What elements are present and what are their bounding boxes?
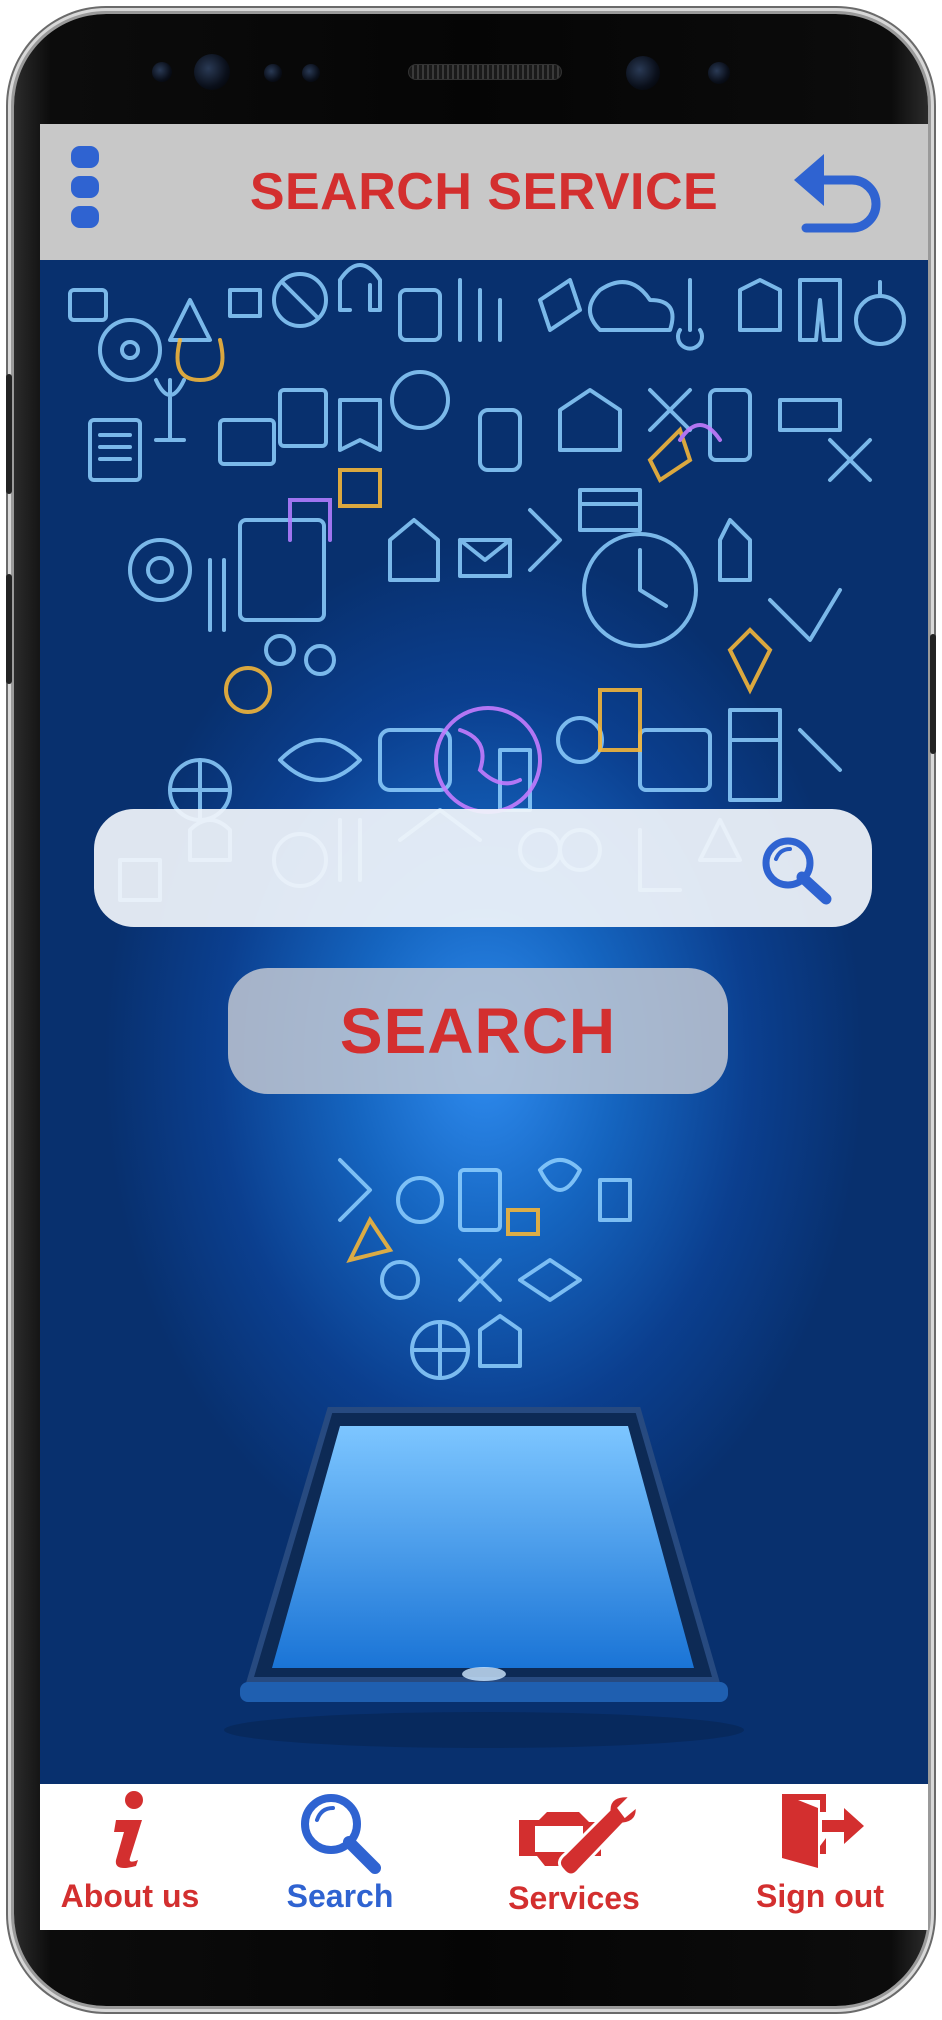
app-screen: SEARCH SERVICE SEARCH About us Search Se… <box>40 124 928 1930</box>
nav-label-services: Services <box>508 1880 640 1916</box>
search-icon <box>301 1794 381 1874</box>
search-button[interactable]: SEARCH <box>228 968 728 1094</box>
search-input[interactable] <box>130 837 734 899</box>
phone-frame: SEARCH SERVICE SEARCH About us Search Se… <box>6 14 936 2006</box>
iris-sensor <box>708 62 730 84</box>
nav-label-sign-out: Sign out <box>756 1878 884 1914</box>
search-icon[interactable] <box>758 833 834 905</box>
back-arrow-icon[interactable] <box>790 146 886 236</box>
search-field-container[interactable] <box>94 809 872 927</box>
front-camera <box>194 54 230 90</box>
nav-item-about-us[interactable]: About us <box>40 1784 220 1930</box>
volume-button <box>6 374 12 494</box>
sensor-dot <box>264 64 282 82</box>
app-header: SEARCH SERVICE <box>40 124 928 260</box>
nav-item-search[interactable]: Search <box>246 1784 434 1930</box>
tablet-illustration <box>224 1407 744 1748</box>
exit-door-icon <box>782 1794 864 1868</box>
earpiece-speaker <box>408 64 562 80</box>
sensor-dot <box>152 62 172 82</box>
info-icon <box>114 1791 143 1868</box>
nav-item-services[interactable]: Services <box>464 1784 684 1930</box>
iris-camera <box>626 56 660 90</box>
bottom-nav: About us Search Services Sign out <box>40 1784 928 1930</box>
power-button <box>930 634 936 754</box>
sensor-dot <box>302 64 320 82</box>
nav-label-search: Search <box>286 1878 394 1914</box>
nav-item-sign-out[interactable]: Sign out <box>720 1784 920 1930</box>
bixby-button <box>6 574 12 684</box>
engine-wrench-icon <box>519 1794 639 1877</box>
nav-label-about-us: About us <box>60 1878 200 1914</box>
camera-bar <box>14 14 928 110</box>
